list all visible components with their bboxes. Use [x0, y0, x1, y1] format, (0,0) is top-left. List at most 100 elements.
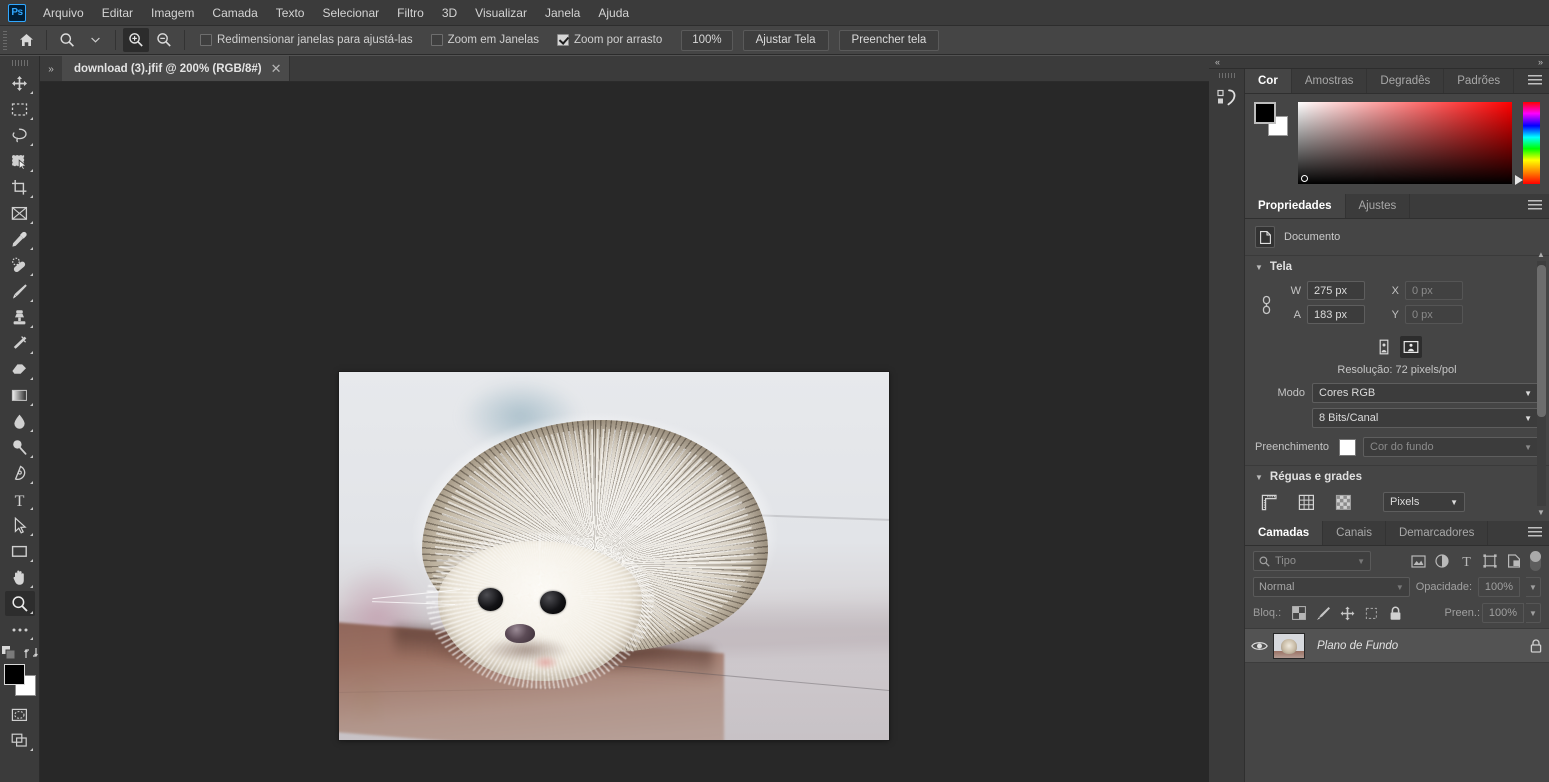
tab-demarcadores[interactable]: Demarcadores: [1386, 521, 1489, 545]
layer-thumbnail[interactable]: [1273, 632, 1305, 659]
hue-slider-knob[interactable]: [1515, 175, 1523, 185]
options-bar-grip[interactable]: [2, 29, 9, 51]
layer-name[interactable]: Plano de Fundo: [1317, 640, 1523, 652]
ruler-unit-select[interactable]: Pixels ▼: [1383, 492, 1465, 512]
sidebar-item-type-tool[interactable]: T: [5, 487, 35, 512]
sidebar-item-healing-brush-tool[interactable]: [5, 253, 35, 278]
landscape-orientation-button[interactable]: [1399, 336, 1422, 358]
tab-propriedades[interactable]: Propriedades: [1245, 194, 1346, 218]
sidebar-item-brush-tool[interactable]: [5, 279, 35, 304]
lock-transparency-button[interactable]: [1288, 604, 1310, 623]
fill-opacity-value[interactable]: 100%: [1482, 603, 1524, 623]
zoom-percent-field[interactable]: 100%: [681, 29, 733, 51]
tab-cor[interactable]: Cor: [1245, 69, 1292, 93]
opacity-dropdown-icon[interactable]: ▼: [1526, 577, 1541, 597]
canvas-height-input[interactable]: 183 px: [1307, 305, 1365, 324]
filter-type-button[interactable]: T: [1454, 551, 1478, 571]
default-colors-icon[interactable]: [1, 645, 16, 660]
tab-padroes[interactable]: Padrões: [1444, 69, 1515, 93]
properties-scroll-thumb[interactable]: [1536, 265, 1546, 417]
menu-item-visualizar[interactable]: Visualizar: [466, 2, 536, 24]
filter-smart-object-button[interactable]: [1502, 551, 1526, 571]
lock-position-button[interactable]: [1336, 604, 1358, 623]
sidebar-item-marquee-tool[interactable]: [5, 97, 35, 122]
foreground-color-swatch[interactable]: [3, 664, 25, 685]
sidebar-item-eraser-tool[interactable]: [5, 357, 35, 382]
color-panel-foreground-swatch[interactable]: [1254, 102, 1276, 124]
lock-artboard-button[interactable]: [1360, 604, 1382, 623]
filter-adjustment-button[interactable]: [1430, 551, 1454, 571]
grid-button[interactable]: [1296, 492, 1316, 512]
panel-menu-icon[interactable]: [1528, 527, 1542, 539]
menu-item-filtro[interactable]: Filtro: [388, 2, 433, 24]
scroll-up-icon[interactable]: ▲: [1537, 250, 1545, 259]
sidebar-item-more-tools[interactable]: [5, 617, 35, 642]
menu-item-arquivo[interactable]: Arquivo: [34, 2, 93, 24]
resize-windows-checkbox[interactable]: Redimensionar janelas para ajustá-las: [200, 34, 413, 46]
sidebar-item-zoom-tool[interactable]: [4, 591, 35, 616]
menu-item-texto[interactable]: Texto: [267, 2, 314, 24]
zoom-all-windows-checkbox[interactable]: Zoom em Janelas: [430, 34, 539, 46]
screen-mode-button[interactable]: [5, 728, 35, 753]
properties-scrollbar[interactable]: ▲ ▼: [1535, 250, 1547, 517]
sidebar-item-blur-tool[interactable]: [5, 409, 35, 434]
filter-enable-toggle[interactable]: [1530, 551, 1541, 571]
color-spectrum-field[interactable]: [1298, 102, 1512, 184]
sidebar-item-rectangle-tool[interactable]: [5, 539, 35, 564]
menu-item-editar[interactable]: Editar: [93, 2, 142, 24]
current-tool-button[interactable]: [54, 28, 80, 52]
link-icon[interactable]: [1257, 295, 1275, 315]
color-swatches[interactable]: [3, 664, 37, 696]
menu-item-imagem[interactable]: Imagem: [142, 2, 203, 24]
filter-shape-button[interactable]: [1478, 551, 1502, 571]
close-icon[interactable]: ✕: [271, 61, 282, 77]
collapse-left-icon[interactable]: «: [1215, 57, 1220, 67]
document-image-hedgehog[interactable]: [339, 372, 889, 740]
canvas-section-header[interactable]: ▼ Tela: [1245, 255, 1549, 278]
tab-canais[interactable]: Canais: [1323, 521, 1386, 545]
home-button[interactable]: [13, 28, 39, 52]
sidebar-item-move-tool[interactable]: [5, 71, 35, 96]
menu-item-selecionar[interactable]: Selecionar: [313, 2, 388, 24]
panel-menu-icon[interactable]: [1528, 75, 1542, 87]
tab-amostras[interactable]: Amostras: [1292, 69, 1368, 93]
rulers-section-header[interactable]: ▼ Réguas e grades: [1245, 465, 1549, 488]
menu-item-ajuda[interactable]: Ajuda: [589, 2, 638, 24]
expand-right-icon[interactable]: »: [1538, 57, 1543, 67]
sidebar-item-path-selection-tool[interactable]: [5, 513, 35, 538]
sidebar-item-dodge-tool[interactable]: [5, 435, 35, 460]
bit-depth-select[interactable]: 8 Bits/Canal ▼: [1312, 408, 1539, 428]
canvas-y-input[interactable]: 0 px: [1405, 305, 1463, 324]
transparency-button[interactable]: [1333, 492, 1353, 512]
canvas-x-input[interactable]: 0 px: [1405, 281, 1463, 300]
portrait-orientation-button[interactable]: [1373, 336, 1395, 358]
menu-item-3d[interactable]: 3D: [433, 2, 466, 24]
color-panel-swatches[interactable]: [1254, 102, 1288, 136]
canvas-area[interactable]: [40, 82, 1209, 782]
sidebar-item-quick-selection-tool[interactable]: [5, 149, 35, 174]
lock-image-button[interactable]: [1312, 604, 1334, 623]
table-row[interactable]: Plano de Fundo: [1245, 629, 1549, 663]
opacity-value[interactable]: 100%: [1478, 577, 1520, 597]
fill-type-select[interactable]: Cor do fundo ▼: [1363, 437, 1539, 457]
fit-screen-button[interactable]: Ajustar Tela: [742, 29, 829, 51]
ruler-button[interactable]: [1259, 492, 1279, 512]
sidebar-item-clone-stamp-tool[interactable]: [5, 305, 35, 330]
tab-ajustes[interactable]: Ajustes: [1346, 194, 1411, 218]
rail-grip[interactable]: [1217, 72, 1236, 80]
tabstrip-expand-icon[interactable]: »: [40, 64, 62, 81]
tool-preset-dropdown[interactable]: [82, 28, 108, 52]
color-mode-select[interactable]: Cores RGB ▼: [1312, 383, 1539, 403]
scroll-down-icon[interactable]: ▼: [1537, 508, 1545, 517]
fill-opacity-dropdown-icon[interactable]: ▼: [1526, 603, 1541, 623]
sidebar-item-history-brush-tool[interactable]: [5, 331, 35, 356]
sidebar-item-crop-tool[interactable]: [5, 175, 35, 200]
quick-mask-button[interactable]: [5, 702, 35, 727]
blend-mode-select[interactable]: Normal ▼: [1253, 577, 1410, 597]
zoom-out-button[interactable]: [151, 28, 177, 52]
sidebar-item-hand-tool[interactable]: [5, 565, 35, 590]
lock-all-button[interactable]: [1384, 604, 1406, 623]
tab-camadas[interactable]: Camadas: [1245, 521, 1324, 545]
scrubby-zoom-checkbox[interactable]: Zoom por arrasto: [557, 34, 662, 46]
swap-colors-icon[interactable]: [24, 646, 38, 660]
